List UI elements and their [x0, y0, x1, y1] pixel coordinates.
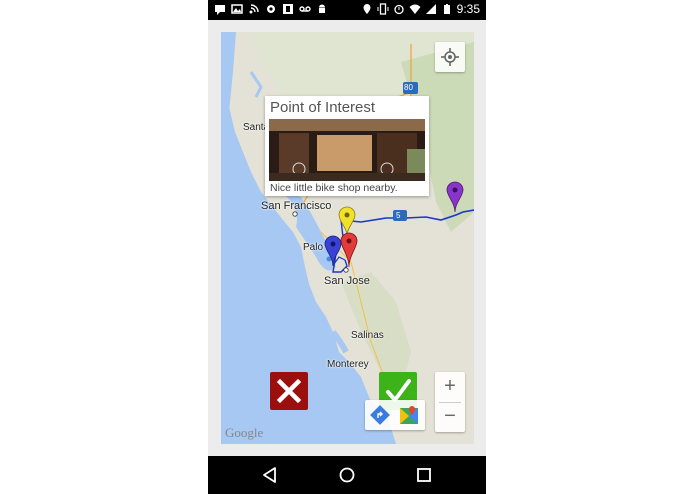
info-window[interactable]: Point of Interest Nice little bike shop … [265, 96, 429, 196]
zoom-in-button[interactable]: + [435, 372, 465, 402]
app-icon [283, 4, 293, 14]
zoom-controls: + − [435, 372, 465, 432]
notification-icons [214, 3, 328, 15]
image-icon [231, 4, 243, 14]
info-window-title: Point of Interest [270, 99, 376, 116]
message-icon [215, 5, 225, 15]
zoom-out-button[interactable]: − [435, 402, 465, 432]
vibrate-icon [377, 3, 389, 15]
alarm-icon [393, 4, 404, 15]
back-icon[interactable] [260, 465, 280, 485]
map-label-san-francisco: San Francisco [261, 200, 332, 212]
map-view[interactable]: 80 5 Santa San Francisco Palo San Jose S… [221, 32, 474, 444]
bike-shop-photo [269, 119, 425, 181]
crosshair-icon [441, 48, 459, 66]
battery-icon [443, 4, 450, 14]
voicemail-icon [299, 6, 311, 12]
cell-signal-icon [425, 4, 436, 14]
navigation-bar [208, 456, 486, 494]
signal-waves-icon [249, 4, 259, 14]
map-label-salinas: Salinas [351, 330, 384, 341]
status-time: 9:35 [456, 2, 480, 16]
red-marker[interactable] [339, 232, 359, 268]
status-bar: 9:35 [208, 0, 486, 20]
recents-icon[interactable] [414, 465, 434, 485]
cancel-button[interactable] [270, 372, 308, 410]
location-icon [363, 4, 371, 14]
purple-marker[interactable] [445, 181, 465, 213]
zoom-divider [439, 402, 461, 403]
map-label-monterey: Monterey [327, 359, 369, 370]
wifi-icon [409, 4, 421, 14]
system-icons: 9:35 [361, 2, 480, 16]
directions-icon[interactable] [370, 405, 390, 425]
info-window-description: Nice little bike shop nearby. [270, 182, 398, 194]
gear-icon [267, 5, 275, 13]
map-label-san-jose: San Jose [324, 275, 370, 287]
phone-screen: 9:35 80 5 Santa San Francisco Palo San J… [208, 0, 486, 494]
map-label-palo-alto: Palo [303, 242, 324, 253]
my-location-button[interactable] [435, 42, 465, 72]
google-logo: Google [225, 425, 264, 440]
maps-app-icon[interactable] [398, 404, 420, 426]
map-toolbar [365, 400, 425, 430]
close-icon [276, 378, 302, 404]
home-icon[interactable] [337, 465, 357, 485]
interstate-80-shield: 80 [404, 83, 413, 92]
interstate-5-shield: 5 [396, 211, 401, 220]
android-icon [319, 4, 325, 13]
